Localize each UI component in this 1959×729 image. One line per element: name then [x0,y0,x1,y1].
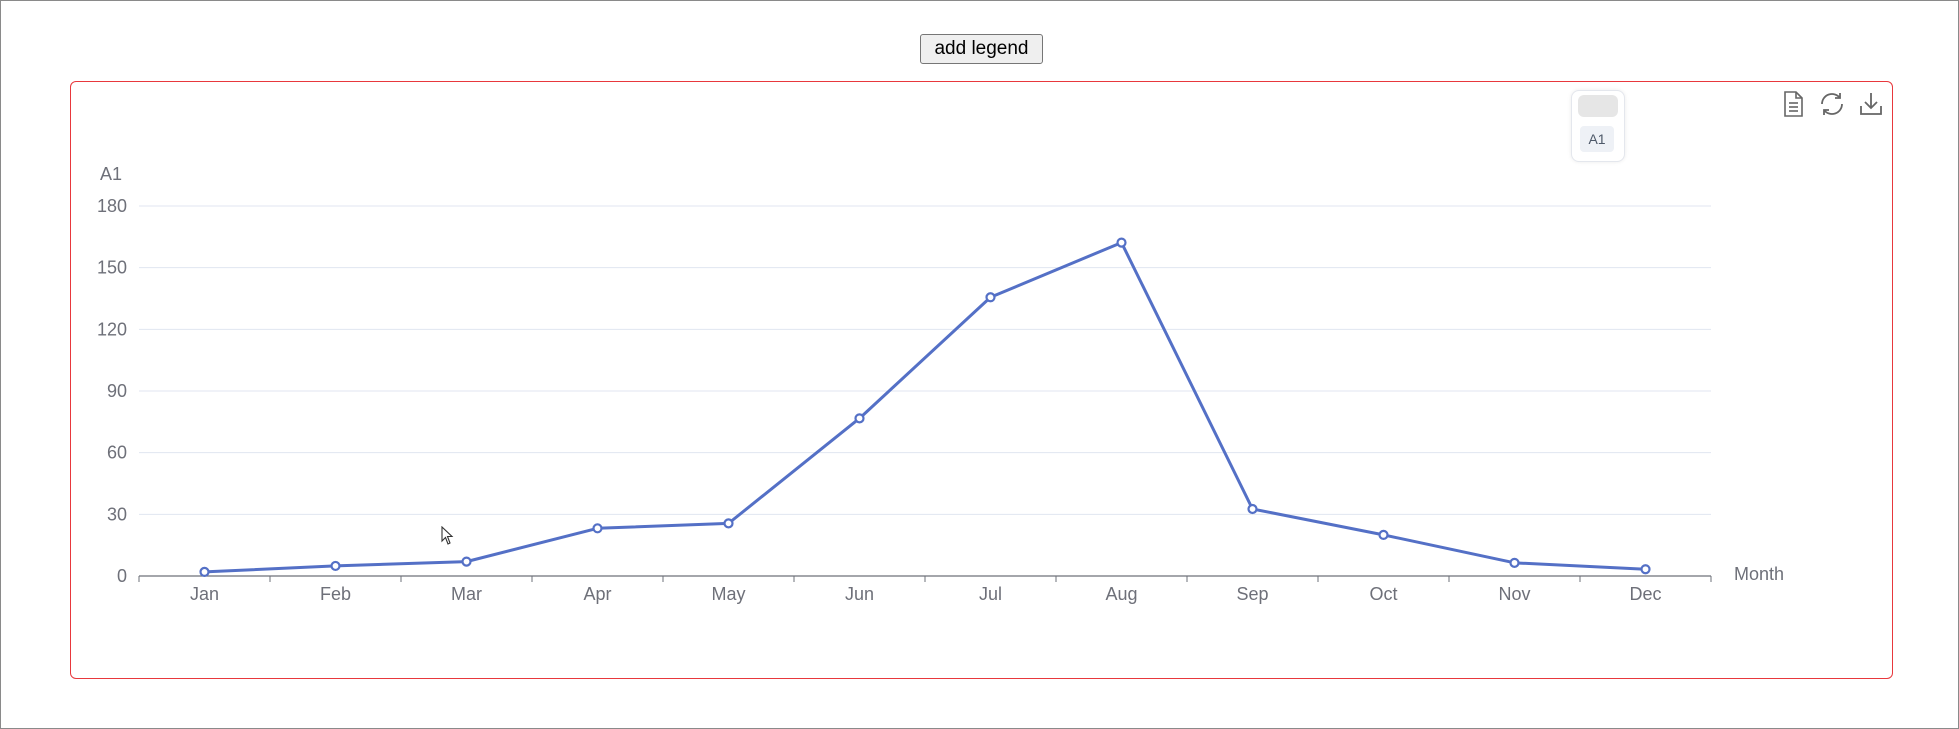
y-tick-label-180: 180 [97,196,127,216]
save-as-image-icon[interactable] [1858,90,1884,118]
data-point-oct [1378,529,1389,540]
data-point-jun [854,413,865,424]
legend-swatch[interactable] [1578,95,1618,117]
y-tick-label-30: 30 [107,504,127,524]
x-tick-label-sep: Sep [1236,584,1268,604]
data-point-mar [461,556,472,567]
data-point-feb [330,560,341,572]
data-point-sep [1247,503,1258,515]
x-tick-label-jul: Jul [979,584,1002,604]
data-point-jul [985,292,996,303]
grid-lines [139,205,1711,515]
x-tick-label-may: May [711,584,745,604]
data-point-jan [199,566,210,577]
data-view-icon[interactable] [1780,90,1806,118]
x-tick-label-aug: Aug [1105,584,1137,604]
x-tick-label-jun: Jun [845,584,874,604]
y-tick-label-150: 150 [97,258,127,278]
series-line [204,241,1646,574]
y-tick-label-120: 120 [97,319,127,339]
x-tick-label-feb: Feb [320,584,351,604]
data-point-dec [1640,564,1651,575]
data-point-apr [592,523,603,534]
data-point-aug [1116,237,1127,248]
y-tick-label-90: 90 [107,381,127,401]
y-tick-label-0: 0 [117,566,127,586]
x-tick-label-dec: Dec [1629,584,1661,604]
x-tick-label-mar: Mar [451,584,482,604]
x-tick-label-oct: Oct [1369,584,1397,604]
legend-item-a1[interactable]: A1 [1580,126,1614,152]
axes [138,575,1712,582]
legend-panel[interactable]: A1 [1571,90,1625,162]
mouse-cursor-icon [441,526,454,545]
x-tick-label-apr: Apr [583,584,611,604]
x-axis-label: Month [1734,564,1784,584]
line-chart: 0 30 60 90 120 150 180 Jan Feb Mar Apr May Jun Jul Aug… [97,164,1784,604]
y-tick-label-60: 60 [107,443,127,463]
data-point-may [723,518,734,529]
x-tick-label-jan: Jan [190,584,219,604]
x-tick-label-nov: Nov [1498,584,1530,604]
y-axis-label: A1 [100,164,122,184]
data-point-nov [1509,557,1520,568]
series-a1 [199,237,1651,577]
restore-icon[interactable] [1818,90,1846,118]
